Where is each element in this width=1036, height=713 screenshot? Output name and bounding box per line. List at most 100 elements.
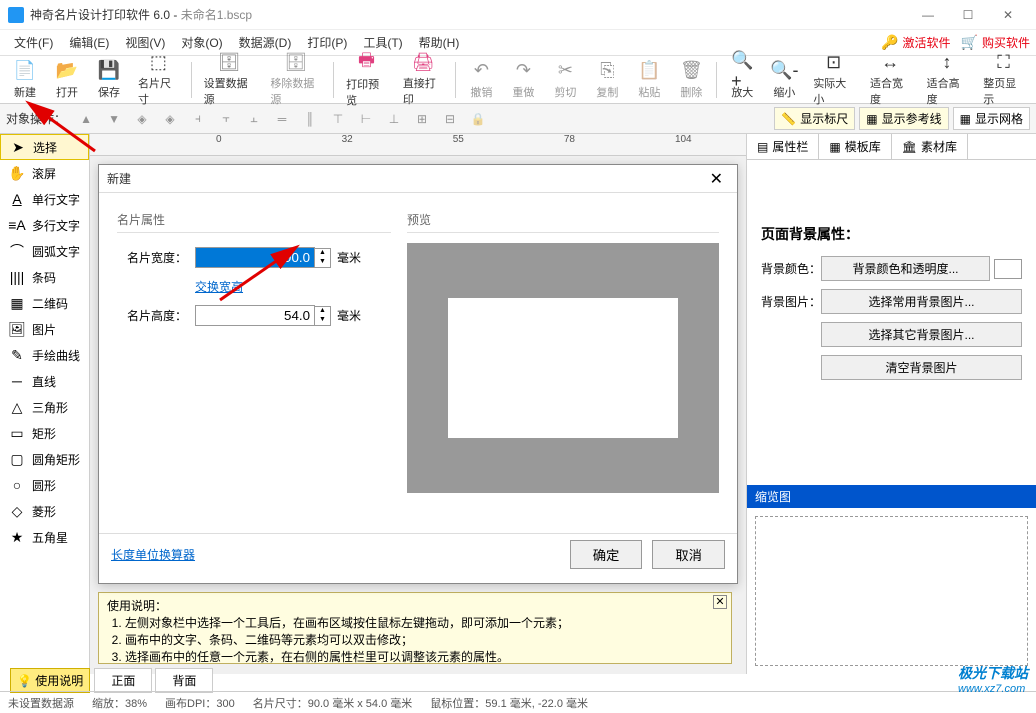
print-button[interactable]: 🖨直接打印	[395, 58, 452, 102]
database-remove-icon: 🗄	[285, 52, 307, 73]
card-props-label: 名片属性	[117, 211, 391, 233]
cancel-button[interactable]: 取消	[652, 540, 725, 569]
bg-color-label: 背景颜色：	[761, 260, 821, 277]
tool-textline[interactable]: A单行文字	[0, 186, 89, 212]
tool-roundrect[interactable]: ▢圆角矩形	[0, 446, 89, 472]
tool-triangle[interactable]: △三角形	[0, 394, 89, 420]
preview-button[interactable]: 🖶打印预览	[338, 58, 395, 102]
show-grid-toggle[interactable]: ▦显示网格	[953, 107, 1030, 130]
cut-icon: ✂	[554, 60, 576, 82]
instruction-1: 左侧对象栏中选择一个工具后，在画布区域按住鼠标左键拖动，即可添加一个元素；	[125, 614, 723, 631]
preview-icon: 🖶	[355, 52, 377, 74]
cart-icon: 🛒	[961, 34, 978, 51]
tool-arctext[interactable]: ⌒圆弧文字	[0, 238, 89, 264]
bg-clear-button[interactable]: 清空背景图片	[821, 355, 1022, 380]
setds-button[interactable]: 🗄设置数据源	[196, 58, 263, 102]
zoomout-button[interactable]: 🔍-缩小	[763, 58, 805, 102]
menu-help[interactable]: 帮助(H)	[411, 31, 468, 54]
tool-rect[interactable]: ▭矩形	[0, 420, 89, 446]
tool-ellipse[interactable]: ○圆形	[0, 472, 89, 498]
circle-icon: ○	[8, 477, 26, 493]
tool-pan[interactable]: ✋滚屏	[0, 160, 89, 186]
tool-star[interactable]: ★五角星	[0, 524, 89, 550]
menu-view[interactable]: 视图(V)	[117, 31, 173, 54]
save-button[interactable]: 💾保存	[88, 58, 130, 102]
bg-color-swatch[interactable]	[994, 259, 1022, 279]
minimize-button[interactable]: —	[908, 1, 948, 29]
unit-converter-link[interactable]: 长度单位换算器	[111, 546, 195, 563]
height-spinner[interactable]: ▲▼	[315, 306, 331, 326]
tool-line[interactable]: ─直线	[0, 368, 89, 394]
fitwidth-button[interactable]: ↔适合宽度	[862, 58, 919, 102]
cardsize-button[interactable]: ⬚名片尺寸	[130, 58, 187, 102]
status-bar: 未设置数据源 缩放：38% 画布DPI：300 名片尺寸：90.0 毫米 x 5…	[0, 691, 1036, 713]
chevron-down-icon[interactable]: ▼	[315, 258, 330, 267]
library-icon: 🏛	[902, 140, 917, 154]
chevron-up-icon[interactable]: ▲	[315, 249, 330, 258]
tab-front[interactable]: 正面	[94, 668, 152, 693]
zoomin-button[interactable]: 🔍+放大	[721, 58, 763, 102]
dialog-close-button[interactable]: ✕	[704, 169, 729, 189]
menu-object[interactable]: 对象(O)	[173, 31, 230, 54]
bottom-tabs: 💡 使用说明 正面 背面	[10, 668, 213, 693]
open-button[interactable]: 📂打开	[46, 58, 88, 102]
tool-barcode[interactable]: ||||条码	[0, 264, 89, 290]
height-input[interactable]	[195, 305, 315, 326]
tab-back[interactable]: 背面	[155, 668, 213, 693]
width-label: 名片宽度：	[117, 249, 187, 266]
new-button[interactable]: 📄新建	[4, 58, 46, 102]
bulb-icon: 💡	[17, 674, 32, 688]
removeds-button: 🗄移除数据源	[262, 58, 329, 102]
bg-common-button[interactable]: 选择常用背景图片...	[821, 289, 1022, 314]
tool-image[interactable]: 🖼图片	[0, 316, 89, 342]
activate-button[interactable]: 🔑激活软件	[881, 34, 950, 51]
fitpage-button[interactable]: ⛶整页显示	[975, 58, 1032, 102]
tool-panel: ➤选择 ✋滚屏 A单行文字 ≡A多行文字 ⌒圆弧文字 ||||条码 ▦二维码 🖼…	[0, 134, 90, 674]
fitheight-button[interactable]: ↕适合高度	[919, 58, 976, 102]
instructions-tab[interactable]: 💡 使用说明	[10, 668, 90, 693]
tool-select[interactable]: ➤选择	[0, 134, 89, 160]
delete-button: 🗑删除	[670, 58, 712, 102]
chevron-up-icon[interactable]: ▲	[315, 307, 330, 316]
show-guides-toggle[interactable]: ▦显示参考线	[859, 107, 948, 130]
bg-other-button[interactable]: 选择其它背景图片...	[821, 322, 1022, 347]
width-spinner[interactable]: ▲▼	[315, 248, 331, 268]
paste-button: 📋粘贴	[628, 58, 670, 102]
qrcode-icon: ▦	[8, 295, 26, 312]
right-panel-tabs: ▤属性栏 ▦模板库 🏛素材库	[747, 134, 1036, 160]
redo-button: ↷重做	[502, 58, 544, 102]
bg-color-button[interactable]: 背景颜色和透明度...	[821, 256, 990, 281]
instructions-close-button[interactable]: ✕	[713, 595, 727, 609]
preview-label: 预览	[407, 211, 719, 233]
chevron-down-icon[interactable]: ▼	[315, 316, 330, 325]
menu-edit[interactable]: 编辑(E)	[61, 31, 117, 54]
close-button[interactable]: ✕	[988, 1, 1028, 29]
show-ruler-toggle[interactable]: 📏显示标尺	[774, 107, 855, 130]
instruction-2: 画布中的文字、条码、二维码等元素均可以双击修改；	[125, 631, 723, 648]
tool-textmulti[interactable]: ≡A多行文字	[0, 212, 89, 238]
copy-icon: ⎘	[596, 60, 618, 82]
dialog-title: 新建	[107, 170, 704, 187]
pencil-icon: ✎	[8, 347, 26, 364]
actualsize-button[interactable]: ⊡实际大小	[805, 58, 862, 102]
align-left-icon: ⫞	[186, 107, 210, 131]
tab-templates[interactable]: ▦模板库	[819, 134, 891, 159]
ungroup-icon: ⊟	[438, 107, 462, 131]
tool-freehand[interactable]: ✎手绘曲线	[0, 342, 89, 368]
tool-diamond[interactable]: ◇菱形	[0, 498, 89, 524]
tab-assets[interactable]: 🏛素材库	[892, 134, 968, 159]
maximize-button[interactable]: ☐	[948, 1, 988, 29]
overview-box	[755, 516, 1028, 666]
menu-file[interactable]: 文件(F)	[6, 31, 61, 54]
bring-front-icon: ▲	[74, 107, 98, 131]
tab-properties[interactable]: ▤属性栏	[747, 134, 819, 159]
tool-qrcode[interactable]: ▦二维码	[0, 290, 89, 316]
ok-button[interactable]: 确定	[570, 540, 643, 569]
bg-image-label: 背景图片：	[761, 293, 821, 310]
width-input[interactable]	[195, 247, 315, 268]
buy-button[interactable]: 🛒购买软件	[961, 34, 1030, 51]
swap-link[interactable]: 交换宽高	[195, 278, 391, 295]
menu-print[interactable]: 打印(P)	[299, 31, 355, 54]
preview-card	[448, 298, 678, 438]
menu-datasource[interactable]: 数据源(D)	[231, 31, 300, 54]
